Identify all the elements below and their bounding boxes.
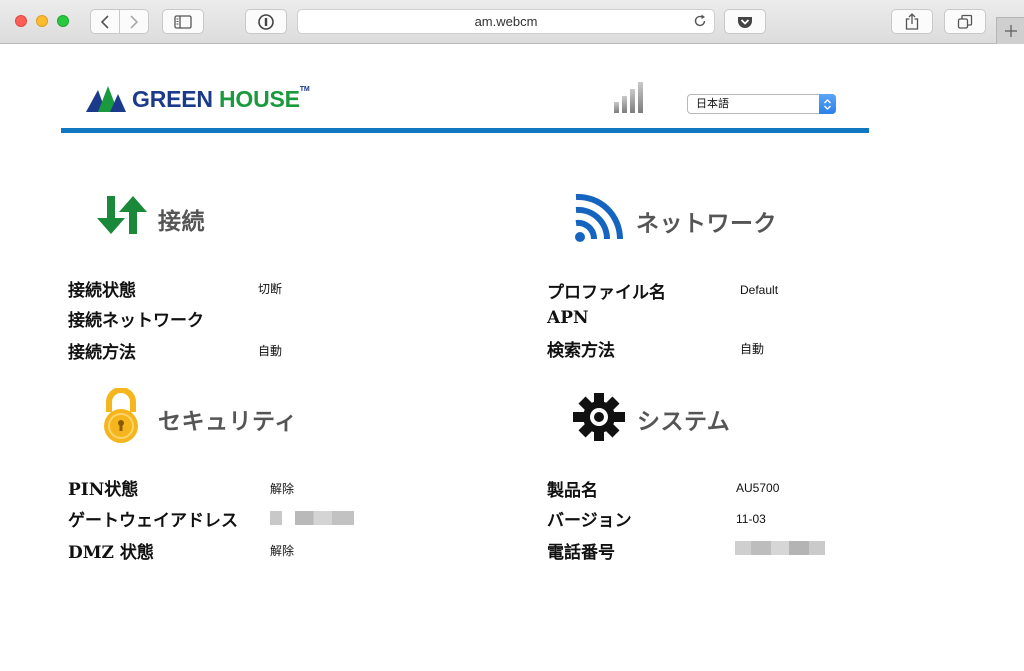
pocket-icon xyxy=(738,16,752,28)
network-title: ネットワーク xyxy=(636,211,777,237)
search-method-value: 自動 xyxy=(740,342,765,356)
triangle-logo-icon xyxy=(86,86,126,112)
chevron-left-icon xyxy=(100,14,109,29)
window-minimize-button[interactable] xyxy=(36,15,48,27)
connection-status-label: 接続状態 xyxy=(68,281,136,301)
gateway-address-redacted xyxy=(270,511,354,525)
dmz-status-value: 解除 xyxy=(270,544,295,558)
system-title: システム xyxy=(637,409,731,435)
pocket-button[interactable] xyxy=(724,9,766,34)
tabs-icon xyxy=(957,14,973,29)
select-arrows-icon xyxy=(819,94,836,114)
share-icon xyxy=(905,13,919,30)
profile-name-value: Default xyxy=(740,283,779,297)
connection-status-value: 切断 xyxy=(258,282,283,296)
share-button[interactable] xyxy=(891,9,933,34)
wifi-icon xyxy=(575,193,624,242)
pin-status-label: PIN状態 xyxy=(68,480,139,500)
logo-green: GREEN xyxy=(132,85,213,112)
phone-number-label: 電話番号 xyxy=(547,543,615,563)
connection-network-label: 接続ネットワーク xyxy=(68,311,204,331)
address-bar[interactable]: am.webcm xyxy=(297,9,715,34)
tab-overview-button[interactable] xyxy=(944,9,986,34)
product-name-value: AU5700 xyxy=(736,481,780,495)
forward-button[interactable] xyxy=(119,9,149,34)
product-name-label: 製品名 xyxy=(547,481,598,501)
window-zoom-button[interactable] xyxy=(57,15,69,27)
url-text: am.webcm xyxy=(474,14,538,29)
info-circle-icon xyxy=(258,13,274,30)
phone-number-redacted xyxy=(735,541,825,555)
security-title: セキュリティ xyxy=(158,409,298,435)
privacy-report-button[interactable] xyxy=(245,9,287,34)
header-divider xyxy=(61,128,869,133)
up-down-arrows-icon xyxy=(97,196,147,234)
sidebar-icon xyxy=(174,14,192,29)
chevron-right-icon xyxy=(130,14,139,29)
connection-method-value: 自動 xyxy=(258,344,283,358)
connection-title: 接続 xyxy=(158,209,205,235)
language-select-value: 日本語 xyxy=(696,97,729,110)
version-label: バージョン xyxy=(547,511,632,531)
sidebar-toggle-button[interactable] xyxy=(162,9,204,34)
browser-toolbar: am.webcm xyxy=(0,0,1024,44)
profile-name-label: プロファイル名 xyxy=(547,283,666,303)
window-close-button[interactable] xyxy=(15,15,27,27)
dmz-status-label: DMZ 状態 xyxy=(68,543,154,563)
logo-house: HOUSE xyxy=(219,85,300,112)
logo-tm: TM xyxy=(299,85,310,93)
gateway-address-label: ゲートウェイアドレス xyxy=(68,511,238,531)
apn-label: APN xyxy=(547,308,589,328)
padlock-icon xyxy=(104,388,138,443)
pin-status-value: 解除 xyxy=(270,482,295,496)
version-value: 11-03 xyxy=(736,512,766,526)
back-button[interactable] xyxy=(90,9,120,34)
reload-icon[interactable] xyxy=(692,13,708,29)
logo-wordmark: GREEN HOUSETM xyxy=(132,86,310,113)
language-select[interactable]: 日本語 xyxy=(687,94,836,114)
signal-strength-icon xyxy=(614,82,643,113)
greenhouse-logo: GREEN HOUSETM xyxy=(84,84,310,114)
search-method-label: 検索方法 xyxy=(547,341,615,361)
connection-method-label: 接続方法 xyxy=(68,343,136,363)
gear-icon xyxy=(573,393,625,441)
plus-icon xyxy=(1004,25,1017,37)
new-tab-button[interactable] xyxy=(996,17,1024,44)
